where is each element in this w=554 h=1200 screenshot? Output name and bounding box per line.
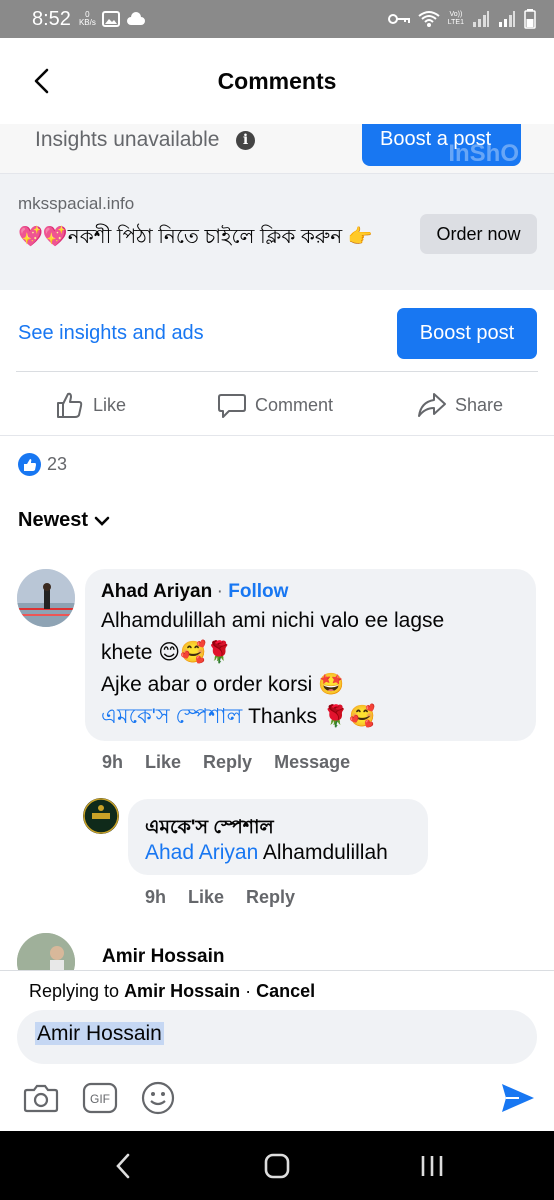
comment-line: Ajke abar o order korsi 🤩 [101,673,345,696]
reply-bubble[interactable]: এমকে'স স্পেশাল Ahad Ariyan Alhamdulillah [128,799,428,875]
network-speed-unit: KB/s [78,18,96,27]
inshot-watermark: InShO [448,140,519,166]
insights-strip: Insights unavailable i Boost a post InSh… [0,124,554,174]
comment-input[interactable]: Amir Hossain [17,1010,537,1064]
thumbs-up-icon [57,392,83,418]
boost-post-button[interactable]: Boost post [397,308,537,359]
see-insights-link[interactable]: See insights and ads [18,322,204,345]
vpn-key-icon [387,14,410,24]
reply-text: Ahad Ariyan Alhamdulillah [145,837,425,869]
header-bar: Comments [0,38,554,124]
ad-card: mksspacial.info 💖💖নকশী পিঠা নিতে চাইলে ক… [0,174,554,290]
ad-headline: 💖💖নকশী পিঠা নিতে চাইলে ক্লিক করুন 👉 [18,226,373,248]
comment-meta: 9h Like Reply Message [102,752,350,773]
nav-back-icon[interactable] [112,1151,136,1181]
comment-text-tail: Thanks 🌹🥰 [242,705,376,728]
status-bar: 8:52 0 KB/s Vo)) LTE1 [0,0,554,38]
dot-separator: · [216,581,229,602]
comment-bubble[interactable]: Ahad Ariyan · Follow Alhamdulillah ami n… [85,569,536,741]
follow-button[interactable]: Follow [228,581,288,602]
signal-icon-2 [499,11,515,27]
insights-unavailable-text: Insights unavailable [35,128,220,151]
comment-icon [218,394,246,418]
battery-icon [524,9,536,29]
comment-input-value[interactable]: Amir Hossain [35,1022,164,1045]
mention-link[interactable]: Ahad Ariyan [145,841,258,864]
comment-line: এমকে'স স্পেশাল Thanks 🌹🥰 [101,701,531,733]
boost-a-post-button[interactable]: Boost a post InShO [362,124,521,166]
comment-author[interactable]: Amir Hossain [102,946,224,968]
reaction-count[interactable]: 23 [18,453,67,476]
info-icon[interactable]: i [236,131,255,150]
nav-recents-icon[interactable] [418,1151,446,1181]
replying-name: Amir Hossain [124,981,241,1001]
comment-reply-button[interactable]: Reply [203,752,252,773]
chevron-down-icon [94,516,110,526]
sort-label: Newest [18,509,89,531]
system-nav-bar [0,1131,554,1200]
send-icon[interactable] [499,1079,537,1117]
network-speed: 0 KB/s [79,11,96,27]
insights-action-row: See insights and ads Boost post [0,290,554,372]
like-label: Like [93,394,127,415]
sort-dropdown[interactable]: Newest [18,509,110,532]
order-now-button[interactable]: Order now [420,214,537,254]
reply-meta: 9h Like Reply [145,887,295,908]
svg-text:GIF: GIF [90,1092,110,1106]
volte-bottom: LTE1 [447,19,464,26]
cloud-icon [126,12,145,25]
comment-author[interactable]: Ahad Ariyan [101,581,212,602]
nav-home-icon[interactable] [262,1151,292,1181]
volte-top: Vo)) [449,11,463,18]
gif-icon[interactable]: GIF [81,1079,119,1117]
emoji-icon[interactable] [139,1079,177,1117]
comment-like-button[interactable]: Like [145,752,181,773]
replying-to-text: Replying to Amir Hossain · Cancel [29,981,315,1002]
like-button[interactable]: Like [55,390,126,420]
wifi-icon [418,11,440,27]
replying-prefix: Replying to [29,981,125,1001]
status-time: 8:52 [32,7,71,30]
reaction-count-value: 23 [47,454,68,474]
avatar-ahad-ariyan[interactable] [17,569,75,627]
comment-button[interactable]: Comment [217,390,333,420]
share-label: Share [455,394,504,415]
cancel-reply-button[interactable]: Cancel [256,981,315,1001]
reply-time: 9h [145,887,167,907]
comment-text: Alhamdulillah ami nichi valo ee lagse kh… [101,605,531,733]
ad-domain[interactable]: mksspacial.info [18,194,134,214]
comment-line: khete 😊🥰🌹 [101,641,233,664]
replying-separator: · [240,981,257,1001]
mention-link[interactable]: এমকে'স স্পেশাল [101,705,242,728]
reply-composer: Replying to Amir Hossain · Cancel Amir H… [0,970,554,1132]
reply-reply-button[interactable]: Reply [246,887,295,908]
comment-message-button[interactable]: Message [274,752,350,773]
reply-text-tail: Alhamdulillah [258,841,388,864]
volte-indicator: Vo)) LTE1 [448,11,464,27]
page-title: Comments [217,68,337,94]
share-icon [418,393,446,417]
comment-time: 9h [102,752,124,772]
gallery-icon [101,11,120,27]
avatar-page[interactable] [83,798,119,834]
comment-line: Alhamdulillah ami nichi valo ee lagse [101,609,445,632]
reply-like-button[interactable]: Like [188,887,224,908]
share-button[interactable]: Share [417,390,503,420]
like-reaction-icon [18,453,41,476]
reaction-bar: Like Comment Share [0,372,554,436]
camera-icon[interactable] [22,1079,60,1117]
comment-label: Comment [255,394,334,415]
signal-icon [473,11,489,27]
